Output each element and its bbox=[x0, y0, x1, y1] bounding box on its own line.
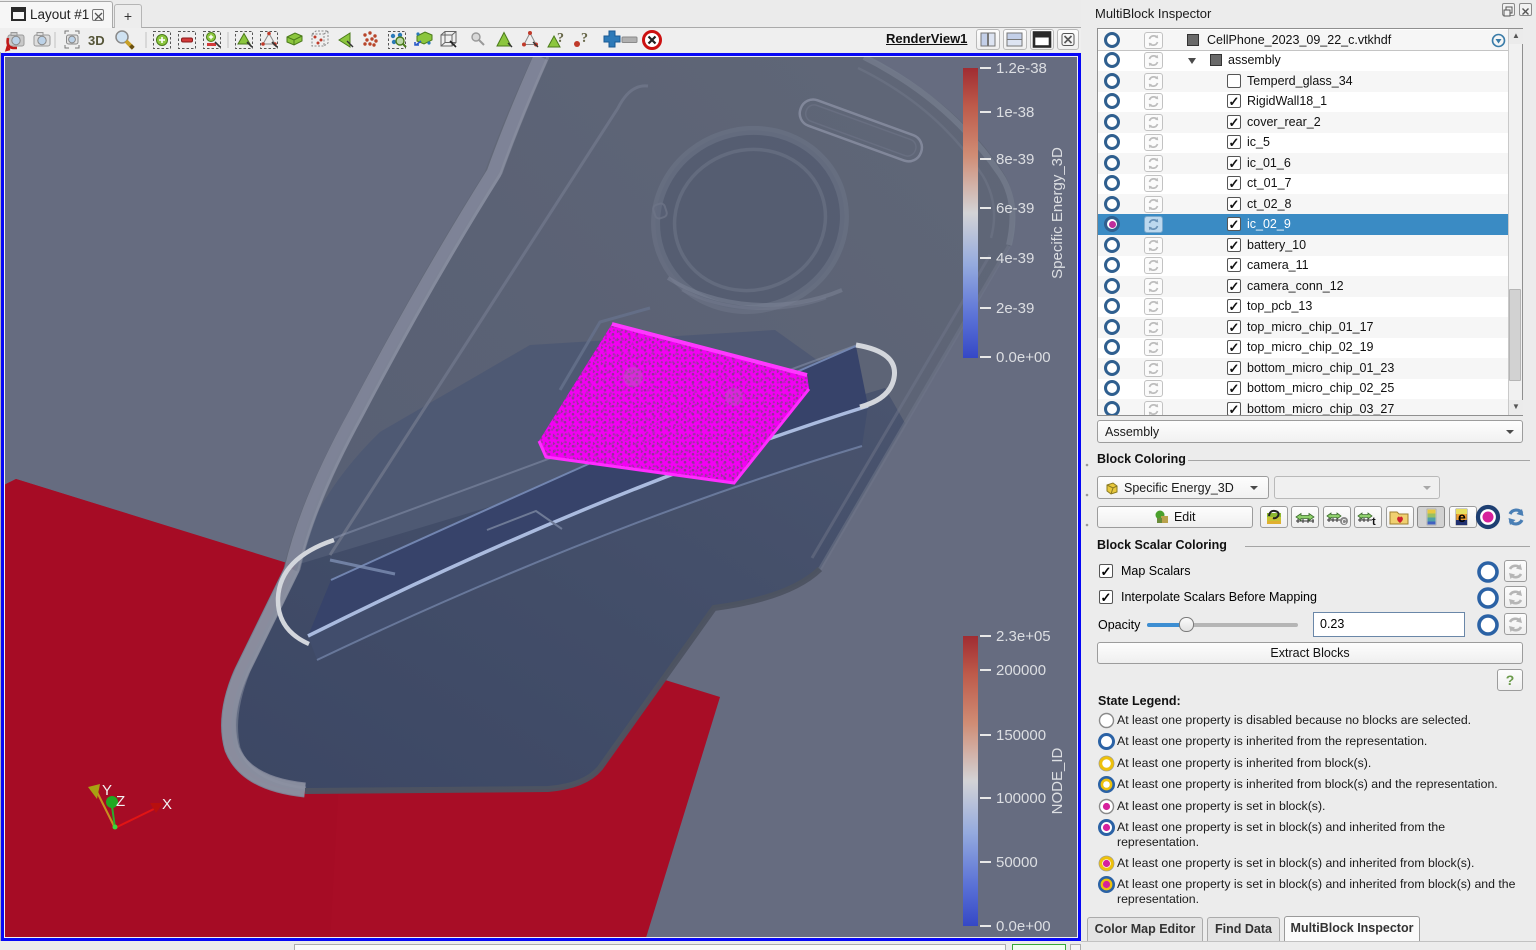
svg-text:t: t bbox=[1372, 516, 1376, 527]
svg-text:Y: Y bbox=[102, 782, 112, 799]
svg-text:4e-39: 4e-39 bbox=[996, 250, 1034, 267]
svg-text:0.0e+00: 0.0e+00 bbox=[996, 349, 1051, 366]
svg-text:1.2e-38: 1.2e-38 bbox=[996, 60, 1047, 77]
svg-text:2e-39: 2e-39 bbox=[996, 300, 1034, 317]
svg-text:200000: 200000 bbox=[996, 662, 1046, 679]
svg-text:Specific Energy_3D: Specific Energy_3D bbox=[1049, 147, 1066, 279]
svg-text:100000: 100000 bbox=[996, 790, 1046, 807]
svg-text:?: ? bbox=[557, 31, 564, 46]
svg-text:50000: 50000 bbox=[996, 854, 1038, 871]
svg-text:X: X bbox=[162, 796, 172, 813]
svg-text:6e-39: 6e-39 bbox=[996, 200, 1034, 217]
svg-text:c: c bbox=[1342, 516, 1347, 526]
svg-text:8e-39: 8e-39 bbox=[996, 151, 1034, 168]
svg-text:3D: 3D bbox=[88, 33, 105, 48]
svg-text:1e-38: 1e-38 bbox=[996, 104, 1034, 121]
svg-text:2.3e+05: 2.3e+05 bbox=[996, 628, 1051, 645]
svg-text:?: ? bbox=[581, 31, 588, 46]
svg-text:0.0e+00: 0.0e+00 bbox=[996, 918, 1051, 935]
svg-text:Z: Z bbox=[116, 793, 125, 810]
svg-text:NODE_ID: NODE_ID bbox=[1049, 747, 1066, 814]
svg-text:150000: 150000 bbox=[996, 727, 1046, 744]
svg-text:e: e bbox=[1458, 509, 1466, 525]
